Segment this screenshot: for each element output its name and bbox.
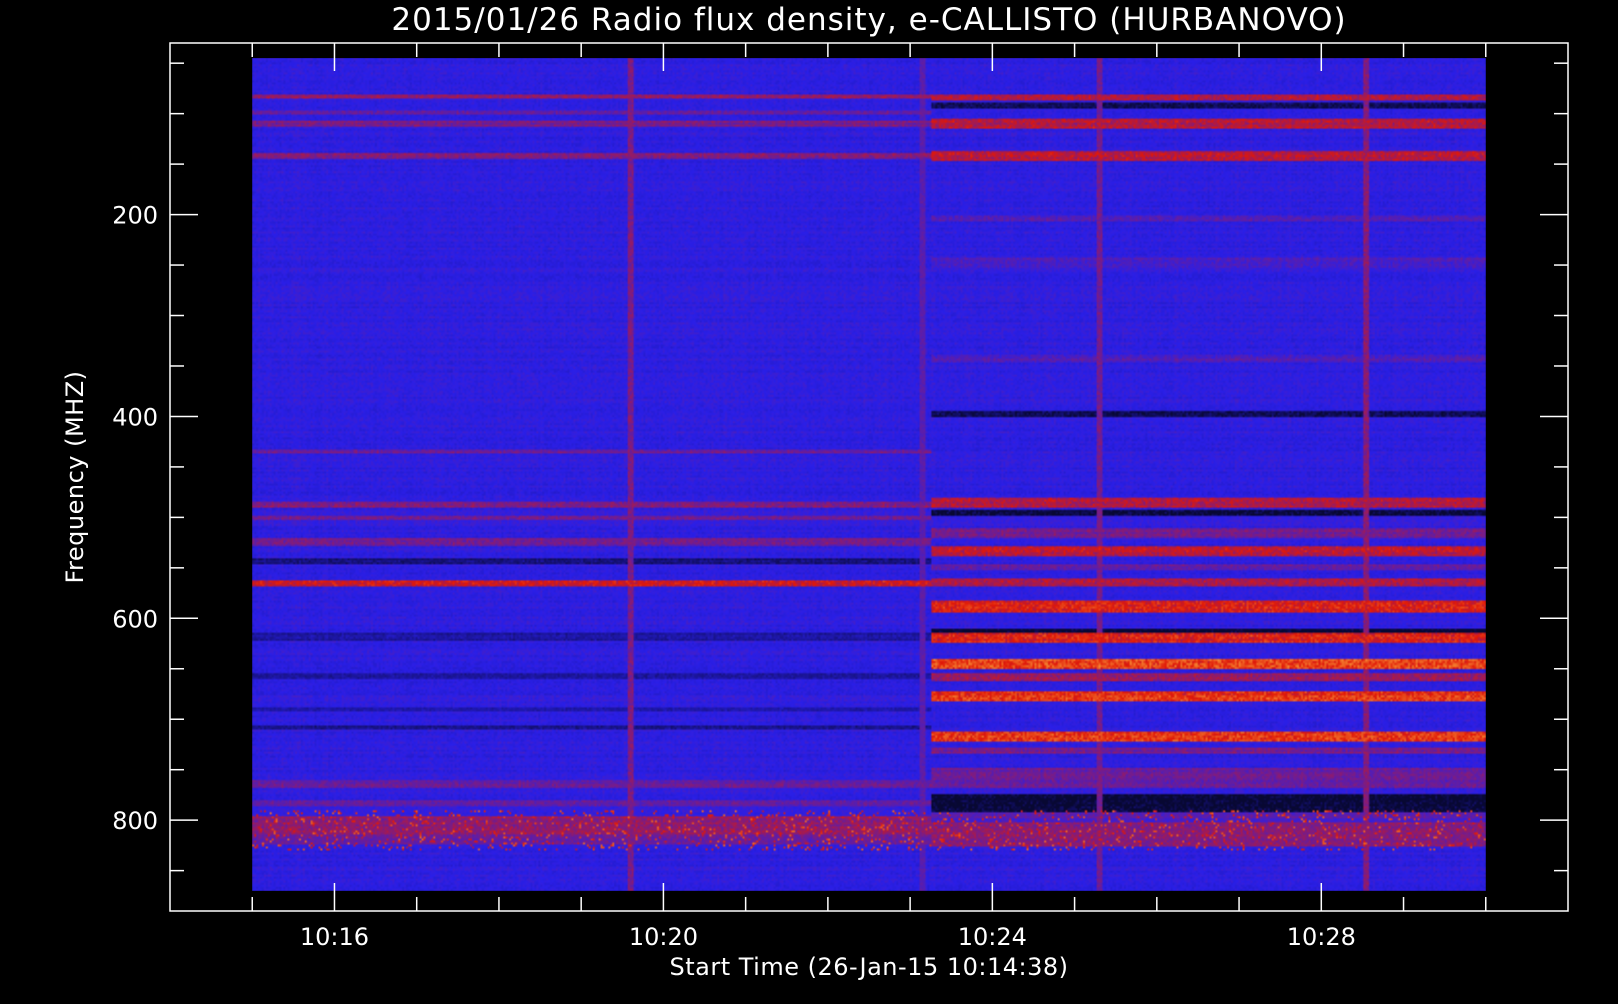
y-tick-label: 800 <box>112 807 158 835</box>
heatmap-layer <box>252 58 1486 891</box>
x-tick-label: 10:20 <box>629 923 698 951</box>
x-tick-label: 10:28 <box>1287 923 1356 951</box>
heatmap-image <box>252 58 1486 891</box>
x-tick-label: 10:24 <box>958 923 1027 951</box>
x-tick-label: 10:16 <box>300 923 369 951</box>
spectrogram-svg: 200 400 600 800 10:16 10:20 10:24 10:28 2015/01… <box>61 2 1569 981</box>
y-tick-label: 600 <box>112 605 158 633</box>
y-tick-label: 200 <box>112 202 158 230</box>
y-tick-label: 400 <box>112 403 158 431</box>
x-axis-label: Start Time (26-Jan-15 10:14:38) <box>670 953 1069 981</box>
chart-title: 2015/01/26 Radio flux density, e-CALLIST… <box>391 2 1346 38</box>
y-axis-label: Frequency (MHZ) <box>61 370 89 583</box>
spectrogram-chart: 200 400 600 800 10:16 10:20 10:24 10:28 2015/01… <box>0 0 1618 1000</box>
